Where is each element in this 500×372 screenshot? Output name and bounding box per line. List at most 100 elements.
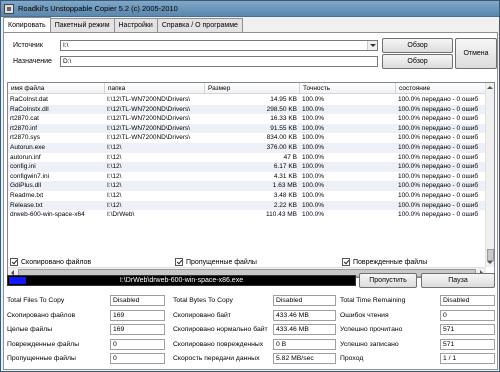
app-window: Roadkil's Unstoppable Copier 5.2 (c) 200… [0,0,500,372]
copied-files-checkbox[interactable]: Скопировано файлов [10,258,91,266]
file-name-cell: GdiPlus.dll [10,182,42,190]
accuracy-cell: 100.0% [302,153,325,161]
table-row[interactable]: rt2870.sys I:\12\TL-WN7200ND\Drivers\ 834.… [8,133,486,143]
file-name-cell: rt2870.inf [10,124,38,132]
folder-cell: I:\12\TL-WN7200ND\Drivers\ [107,124,191,132]
folder-cell: I:\12\ [107,143,122,151]
table-row[interactable]: GdiPlus.dll I:\12\ 1.63 MB 100.0% 100.0% пер… [8,181,486,191]
size-cell: 16.33 KB [270,115,297,123]
stat-value: 571 [440,324,495,335]
checkmark-icon[interactable] [10,258,18,266]
stat-label: Скопировано байт [173,311,231,319]
file-name-cell: configwin7.ini [10,172,50,180]
destination-input[interactable]: D:\ [60,56,378,67]
status-cell: 100.0% передано - 0 ошиб [398,124,479,132]
file-name-cell: autorun.inf [10,153,41,161]
column-header-filename[interactable]: имя файла [8,83,105,94]
file-name-cell: Readme.txt [10,191,44,199]
accuracy-cell: 100.0% [302,134,325,142]
accuracy-cell: 100.0% [302,211,325,219]
size-cell: 1.63 MB [272,182,297,190]
tab-help-about[interactable]: Справка / О программе [156,18,243,32]
current-file-path: I:\DrWeb\drweb-600-win-space-x86.exe [119,277,244,284]
file-list-header: имя файла папка Размер Точность состояни… [8,83,486,94]
tab-batch-mode[interactable]: Пакетный режим [49,18,115,32]
file-name-cell: Autorun.exe [10,143,46,151]
folder-cell: I:\12\TL-WN7200ND\Drivers\ [107,134,191,142]
table-row[interactable]: rt2870.cat I:\12\TL-WN7200ND\Drivers\ 16.3… [8,114,486,124]
accuracy-cell: 100.0% [302,163,325,171]
tab-copy[interactable]: Копировать [3,17,51,32]
size-cell: 6.17 KB [273,163,297,171]
app-icon [4,4,14,14]
skipped-files-checkbox[interactable]: Пропущенные файлы [175,258,257,266]
accuracy-cell: 100.0% [302,115,325,123]
size-cell: 110.43 MB [266,211,297,219]
tab-settings[interactable]: Настройки [113,18,158,32]
damaged-files-checkbox[interactable]: Поврежденные файлы [342,258,427,266]
table-row[interactable]: rt2870.inf I:\12\TL-WN7200ND\Drivers\ 91.5… [8,123,486,134]
table-row[interactable]: configwin7.ini I:\12\ 4.31 KB 100.0% 100.0% … [8,172,486,182]
accuracy-cell: 100.0% [302,143,325,151]
stat-label: Целые файлы [7,326,53,333]
stat-row: Скопировано файлов 169 Скопировано байт 433… [7,309,495,321]
source-combo[interactable]: I:\ [60,40,378,51]
column-header-folder[interactable]: папка [105,83,205,94]
accuracy-cell: 100.0% [302,201,325,209]
table-row[interactable]: autorun.inf I:\12\ 47 B 100.0% 100.0% переда… [8,153,486,163]
table-row[interactable]: Autorun.exe I:\12\ 376.00 KB 100.0% 100.0% п… [8,142,486,153]
table-row[interactable]: RaCoInst.dat I:\12\TL-WN7200ND\Drivers\ 14… [8,95,486,105]
stat-value: 0 B [273,338,336,350]
status-cell: 100.0% передано - 0 ошиб [398,172,479,180]
size-cell: 91.55 KB [270,124,297,132]
stat-value: 433.46 MB [273,309,336,321]
column-header-status[interactable]: состояние [396,83,486,94]
cancel-button[interactable]: Отмена [455,38,497,69]
table-row[interactable]: RaCoInstx.dll I:\12\TL-WN7200ND\Drivers\ 2… [8,104,486,115]
scroll-up-icon[interactable] [487,84,494,91]
file-list-vertical-scrollbar[interactable] [485,83,494,267]
table-row[interactable]: Readme.txt I:\12\ 3.48 KB 100.0% 100.0% пере… [8,191,486,201]
stat-label: Скорость передачи данных [173,355,260,362]
stat-row: Total Files To Copy Disabled Total Bytes T… [7,295,495,306]
status-cell: 100.0% передано - 0 ошиб [398,163,479,171]
status-cell: 100.0% передано - 0 ошиб [398,134,479,142]
table-row[interactable]: config.ini I:\12\ 6.17 KB 100.0% 100.0% пере… [8,162,486,172]
status-cell: 100.0% передано - 0 ошиб [398,182,479,190]
size-cell: 14.95 KB [270,96,297,103]
source-browse-button[interactable]: Обзор [382,38,453,53]
file-name-cell: RaCoInstx.dll [10,105,49,113]
destination-value: D:\ [63,58,72,65]
destination-browse-button[interactable]: Обзор [382,54,453,69]
copy-panel: Источник I:\ Обзор Назначение D:\ Обзор … [3,32,498,370]
checkmark-icon[interactable] [175,258,183,266]
stat-value: 169 [110,324,165,335]
tab-strip: Копировать Пакетный режим Настройки Спра… [3,17,243,32]
column-header-accuracy[interactable]: Точность [300,83,396,94]
status-cell: 100.0% передано - 0 ошиб [398,143,479,151]
size-cell: 376.00 KB [266,143,297,151]
column-header-size[interactable]: Размер [205,83,300,94]
pause-button[interactable]: Пауза [421,273,495,288]
status-cell: 100.0% передано - 0 ошиб [398,211,479,219]
checkmark-icon[interactable] [342,258,350,266]
chevron-down-icon[interactable] [367,41,377,50]
destination-label: Назначение [13,58,52,65]
folder-cell: I:\12\ [107,163,122,171]
stat-value: 5.82 MB/sec [273,353,336,364]
title-bar: Roadkil's Unstoppable Copier 5.2 (c) 200… [1,1,499,17]
stat-value: 0 [440,309,495,321]
file-list[interactable]: имя файла папка Размер Точность состояни… [7,82,495,278]
table-row[interactable]: Release.txt I:\12\ 2.22 KB 100.0% 100.0% пер… [8,200,486,211]
accuracy-cell: 100.0% [302,124,325,132]
stat-row: Поврежденные файлы 0 Скопировано поврежден… [7,338,495,350]
damaged-files-checkbox-label: Поврежденные файлы [353,258,428,266]
stat-label: Скопировано поврежденных [173,340,264,348]
status-cell: 100.0% передано - 0 ошиб [398,115,479,123]
stat-label: Total Time Remaining [340,297,406,304]
skip-button[interactable]: Пропустить [359,273,417,288]
accuracy-cell: 100.0% [302,191,325,199]
table-row[interactable]: drweb-600-win-space-x64 I:\DrWeb\ 110.43 M… [8,210,486,220]
stat-row: Целые файлы 169 Скопировано нормально байт… [7,324,495,335]
scroll-down-icon[interactable] [487,259,494,266]
